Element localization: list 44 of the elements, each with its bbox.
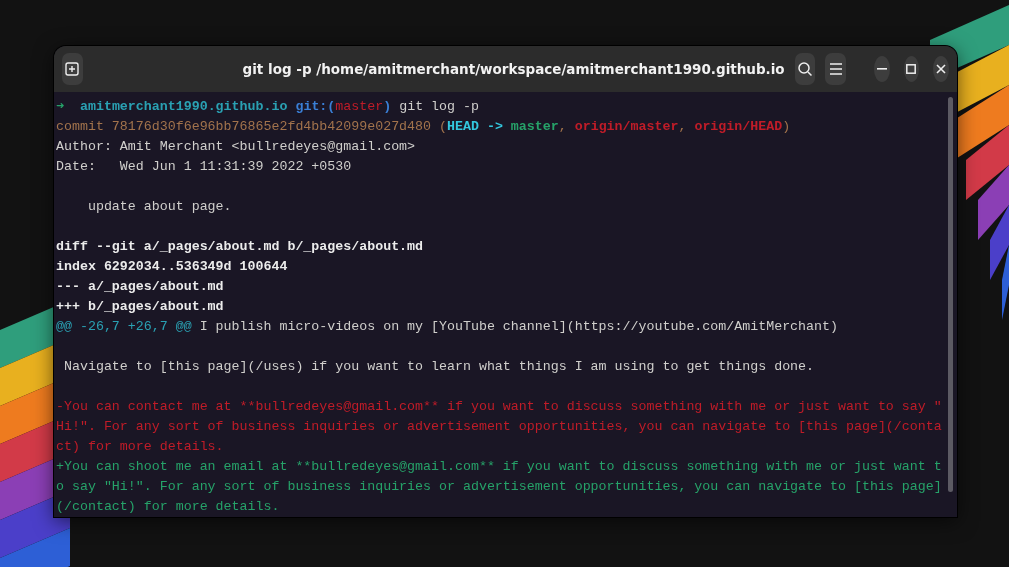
git-label: ): [383, 98, 392, 116]
new-tab-button[interactable]: [62, 53, 83, 85]
minimize-icon: [876, 68, 887, 70]
commit-line: ): [782, 118, 791, 136]
diff-header: +++ b/_pages/about.md: [56, 298, 224, 316]
prompt-arrow: ➜: [56, 98, 64, 116]
removed-line: -You can contact me at **bullredeyes@gmail.com** if you want to discuss something with me or just want to say ": [56, 398, 942, 416]
terminal-text: Author: Amit Merchant <bullredeyes@gmail.com>: [56, 138, 416, 156]
scrollbar-thumb[interactable]: [947, 97, 953, 492]
diff-header: index 6292034..536349d 100644: [56, 258, 288, 276]
new-tab-icon: [64, 61, 81, 77]
added-line: o say "Hi!". For any sort of business inquiries or advertisement opportunities, you can navigate to [this page]: [56, 478, 942, 496]
search-button[interactable]: [794, 53, 816, 85]
branch-ref: master: [510, 118, 559, 136]
minimize-button[interactable]: [873, 56, 890, 82]
close-button[interactable]: [933, 56, 949, 82]
maximize-icon: [906, 64, 917, 74]
removed-line: ct) for more details.: [56, 438, 224, 456]
added-line: (/contact) for more details.: [56, 498, 280, 516]
terminal-text: Date: Wed Jun 1 11:31:39 2022 +0530: [56, 158, 352, 176]
terminal-text: Navigate to [this page](/uses) if you want to learn what things I am using to get things done.: [62, 358, 815, 376]
remote-ref: origin/HEAD: [694, 118, 783, 136]
remote-ref: origin/master: [574, 118, 679, 136]
commit-line: ,: [678, 118, 688, 136]
terminal-text: git log -p: [398, 98, 479, 116]
menu-button[interactable]: [825, 53, 846, 85]
window-title: git log -p /home/amitmerchant/workspace/amitmerchant1990.github.io: [241, 61, 785, 77]
maximize-button[interactable]: [903, 56, 920, 82]
diff-header: --- a/_pages/about.md: [56, 278, 224, 296]
diff-header: diff --git a/_pages/about.md b/_pages/about.md: [56, 238, 424, 256]
commit-line: commit 78176d30f6e96bb76865e2fd4bb42099e027d480 (: [56, 118, 447, 136]
terminal-text: update about page.: [86, 198, 232, 216]
removed-line: Hi!". For any sort of business inquiries or advertisement opportunities, you can navigate to [this page](/conta: [56, 418, 942, 436]
git-label: git:(: [294, 98, 336, 116]
commit-line: ,: [558, 118, 568, 136]
terminal-text: I publish micro-videos on my [YouTube channel](https://youtube.com/AmitMerchant): [198, 318, 838, 336]
head-ref: HEAD ->: [447, 118, 504, 136]
close-icon: [936, 64, 947, 74]
branch-name: master: [335, 98, 384, 116]
search-icon: [796, 61, 813, 77]
hunk-header: @@ -26,7 +26,7 @@: [56, 318, 192, 336]
added-line: +You can shoot me an email at **bullredeyes@gmail.com** if you want to discuss something with me or just want t: [56, 458, 942, 476]
prompt-directory: amitmerchant1990.github.io: [78, 98, 288, 116]
menu-icon: [828, 63, 843, 75]
